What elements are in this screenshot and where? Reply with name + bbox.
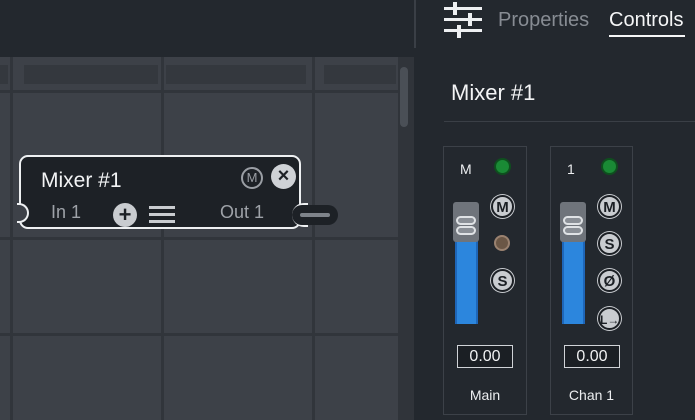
- timeline-header-cell: [24, 65, 158, 84]
- input-label: In 1: [51, 202, 82, 222]
- mixer-node[interactable]: Mixer #1 M × In 1 + Out 1: [17, 155, 308, 229]
- menu-icon[interactable]: [149, 206, 175, 224]
- active-tab-indicator: [609, 35, 685, 37]
- panel-title: Mixer #1: [451, 80, 536, 105]
- indicator-led-icon: [494, 235, 510, 251]
- scrollbar-thumb[interactable]: [400, 67, 408, 127]
- node-canvas[interactable]: Mixer #1 M × In 1 + Out 1: [0, 0, 414, 420]
- strip-header: M: [460, 161, 472, 177]
- channel-strip-chan1: 1 M S Ø L→ 0.00 Chan 1: [550, 146, 633, 415]
- mute-button[interactable]: M: [491, 195, 514, 218]
- divider: [444, 121, 695, 122]
- mute-button[interactable]: M: [598, 195, 621, 218]
- sliders-icon[interactable]: [444, 2, 482, 38]
- volume-value-field[interactable]: 0.00: [564, 345, 620, 368]
- strip-name: Main: [469, 387, 501, 403]
- canvas-toolbar: [0, 0, 414, 57]
- strip-name: Chan 1: [568, 387, 615, 403]
- timeline-header-cell: [166, 65, 306, 84]
- status-led-icon: [494, 158, 511, 175]
- solo-button[interactable]: S: [491, 269, 514, 292]
- close-icon[interactable]: ×: [271, 164, 296, 189]
- output-label: Out 1: [220, 202, 265, 222]
- output-connector[interactable]: [292, 205, 338, 225]
- route-button[interactable]: L→: [598, 307, 621, 330]
- channel-strip-main: M M S 0.00 Main: [443, 146, 527, 415]
- tab-properties[interactable]: Properties: [498, 9, 589, 32]
- phase-invert-button[interactable]: Ø: [598, 269, 621, 292]
- status-led-icon: [601, 158, 618, 175]
- timeline-header-cell: [0, 65, 8, 84]
- controls-panel: Properties Controls Mixer #1 M M S 0.00 …: [416, 0, 695, 420]
- node-mute-button[interactable]: M: [241, 167, 263, 189]
- solo-button[interactable]: S: [598, 232, 621, 255]
- strip-header: 1: [567, 161, 575, 177]
- timeline-header-cell: [324, 65, 396, 84]
- fader-handle[interactable]: [453, 202, 479, 242]
- input-port[interactable]: [17, 203, 29, 223]
- node-title: Mixer #1: [41, 169, 122, 192]
- add-icon[interactable]: +: [113, 203, 137, 227]
- tab-controls[interactable]: Controls: [609, 9, 683, 32]
- volume-value-field[interactable]: 0.00: [457, 345, 513, 368]
- canvas-scrollbar[interactable]: [398, 57, 414, 420]
- fader-handle[interactable]: [560, 202, 586, 242]
